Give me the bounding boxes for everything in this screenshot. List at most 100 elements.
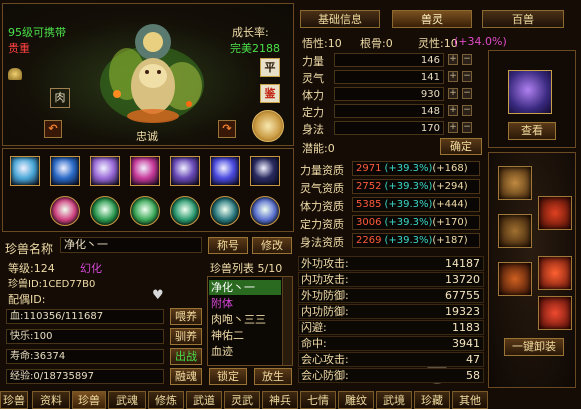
skill-slot-icon[interactable] — [50, 196, 80, 226]
skill-slot-icon[interactable] — [210, 196, 240, 226]
feed-button[interactable]: 喂养 — [170, 308, 202, 325]
bottom-tab[interactable]: 神兵 — [262, 391, 298, 409]
bottom-tab[interactable]: 珍藏 — [414, 391, 450, 409]
pet-type: 幻化 — [80, 262, 102, 275]
merge-soul-button[interactable]: 融魂 — [170, 368, 202, 385]
minus-icon[interactable]: − — [462, 88, 472, 99]
confirm-button[interactable]: 确定 — [440, 138, 482, 155]
pet-list-item[interactable]: 血迹 — [209, 344, 281, 359]
flat-badge[interactable]: 平 — [260, 58, 280, 77]
spirit-gem-icon[interactable] — [508, 70, 552, 114]
plus-icon[interactable]: + — [448, 122, 458, 133]
skill-slot-icon[interactable] — [170, 196, 200, 226]
pet-list-scrollbar[interactable] — [282, 277, 292, 365]
heart-icon: ♥ — [152, 288, 164, 303]
aptitude-name: 力量资质 — [300, 164, 344, 177]
plus-icon[interactable]: + — [448, 105, 458, 116]
combat-row: 内功防御: 19323 — [298, 304, 484, 319]
nickname-button[interactable]: 称号 — [208, 237, 248, 254]
bottom-tab[interactable]: 武魂 — [108, 391, 146, 409]
skill-slot-icon[interactable] — [10, 156, 40, 186]
skill-slot-icon[interactable] — [90, 156, 120, 186]
lock-icon[interactable] — [8, 68, 22, 80]
skill-slot-icon[interactable] — [130, 156, 160, 186]
appraise-badge[interactable]: 鉴 — [260, 84, 280, 103]
bottom-tab[interactable]: 资料 — [32, 391, 70, 409]
bottom-tab[interactable]: 其他 — [452, 391, 488, 409]
skill-slot-icon[interactable] — [50, 156, 80, 186]
aptitude-name: 身法资质 — [300, 236, 344, 249]
aptitude-field: 2752 (+39.3%)(+294) — [352, 179, 480, 194]
skill-slot-icon[interactable] — [170, 156, 200, 186]
pet-level-title: 95级可携带 — [8, 26, 66, 39]
tame-button[interactable]: 驯养 — [170, 328, 202, 345]
equip-slot-claw-icon[interactable] — [538, 196, 572, 230]
equip-slot-orb2-icon[interactable] — [538, 296, 572, 330]
blood-field: 血:110356/111687 — [6, 309, 164, 324]
skill-slot-icon[interactable] — [250, 156, 280, 186]
tab-spirit[interactable]: 兽灵 — [392, 10, 472, 28]
stat-value: 930 — [334, 87, 444, 101]
rotate-right-button[interactable]: ↷ — [218, 120, 236, 138]
skill-slot-icon[interactable] — [130, 196, 160, 226]
minus-icon[interactable]: − — [462, 71, 472, 82]
tab-basic-info[interactable]: 基础信息 — [300, 10, 380, 28]
minus-icon[interactable]: − — [462, 105, 472, 116]
pet-level: 等级:124 — [8, 262, 55, 275]
equip-slot-ring-icon[interactable] — [498, 262, 532, 296]
combat-row: 闪避: 1183 — [298, 320, 484, 335]
aptitude-field: 5385 (+39.3%)(+444) — [352, 197, 480, 212]
combat-row: 外功防御: 67755 — [298, 288, 484, 303]
bottom-tab[interactable]: 珍兽 — [0, 391, 28, 409]
stat-value: 146 — [334, 53, 444, 67]
bottom-tab[interactable]: 雕纹 — [338, 391, 374, 409]
aptitude-base: 2752 — [356, 181, 382, 192]
tab-beasts[interactable]: 百兽 — [482, 10, 564, 28]
bottom-tab[interactable]: 修炼 — [148, 391, 184, 409]
equip-slot-dragon-icon[interactable] — [498, 166, 532, 200]
combat-name: 会心攻击: — [301, 353, 349, 366]
minus-icon[interactable]: − — [462, 122, 472, 133]
skill-slot-icon[interactable] — [250, 196, 280, 226]
bottom-tab[interactable]: 武道 — [186, 391, 222, 409]
skill-slot-icon[interactable] — [210, 156, 240, 186]
combat-name: 内功攻击: — [301, 273, 349, 286]
unequip-all-button[interactable]: 一键卸装 — [504, 338, 564, 356]
skill-slot-icon[interactable] — [90, 196, 120, 226]
minus-icon[interactable]: − — [462, 54, 472, 65]
flower-emblem-icon[interactable] — [252, 110, 284, 142]
pet-list-item[interactable]: 净化丶一 — [209, 280, 281, 295]
pet-name-input[interactable]: 净化丶一 — [60, 237, 202, 253]
modify-button[interactable]: 修改 — [252, 237, 292, 254]
combat-name: 闪避: — [301, 321, 327, 334]
combat-row: 会心防御: 58 — [298, 368, 484, 383]
pet-list-item[interactable]: 神佑二 — [209, 328, 281, 343]
aptitude-extra: (+444) — [432, 199, 468, 210]
aptitude-field: 2269 (+39.3%)(+187) — [352, 233, 480, 248]
stat-value: 148 — [334, 104, 444, 118]
view-button[interactable]: 查看 — [508, 122, 556, 140]
pet-name-label: 珍兽名称 — [5, 242, 54, 256]
plus-icon[interactable]: + — [448, 88, 458, 99]
aptitude-bonus: (+39.3%) — [384, 163, 433, 174]
insight-stat: 悟性:10 — [302, 37, 342, 50]
lock-button[interactable]: 锁定 — [209, 368, 247, 385]
aptitude-base: 2971 — [356, 163, 382, 174]
bottom-tab[interactable]: 珍兽 — [72, 391, 106, 409]
fight-button[interactable]: 出战 — [170, 348, 202, 365]
bottom-tab[interactable]: 七情 — [300, 391, 336, 409]
release-button[interactable]: 放生 — [254, 368, 292, 385]
pet-list-item[interactable]: 肉咆丶三三 — [209, 312, 281, 327]
plus-icon[interactable]: + — [448, 71, 458, 82]
plus-icon[interactable]: + — [448, 54, 458, 65]
bottom-tab[interactable]: 灵武 — [224, 391, 260, 409]
equip-slot-orb-icon[interactable] — [538, 256, 572, 290]
aptitude-base: 3006 — [356, 217, 382, 228]
stat-value: 170 — [334, 121, 444, 135]
rotate-left-button[interactable]: ↶ — [44, 120, 62, 138]
equip-slot-mask-icon[interactable] — [498, 214, 532, 248]
bottom-tab[interactable]: 武境 — [376, 391, 412, 409]
aptitude-extra: (+294) — [432, 181, 468, 192]
pet-list-item[interactable]: 附体 — [209, 296, 281, 311]
flesh-badge: 肉 — [50, 88, 70, 108]
